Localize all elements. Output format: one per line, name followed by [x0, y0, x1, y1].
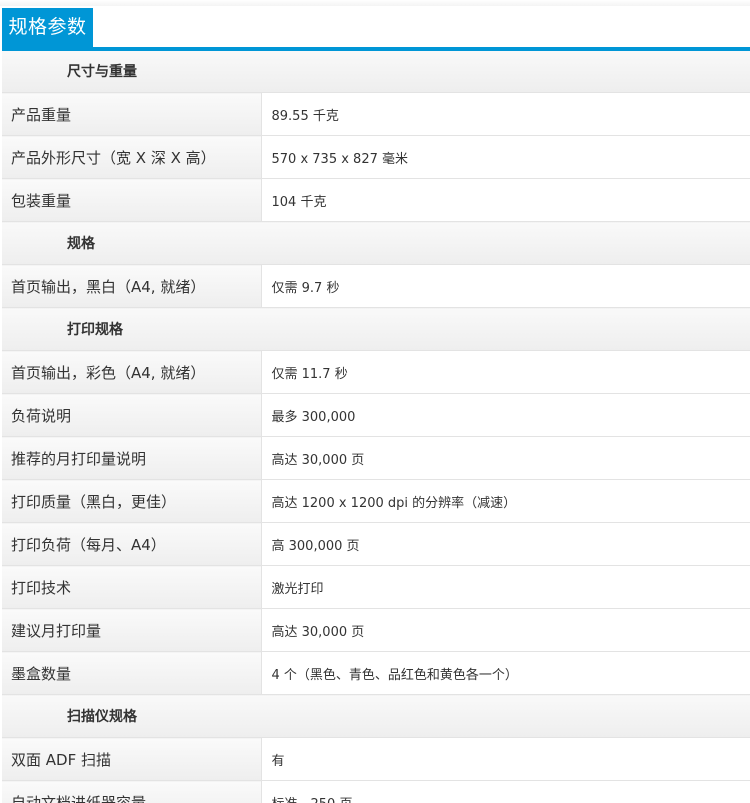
spec-label: 双面 ADF 扫描: [2, 737, 262, 781]
spec-row: 产品外形尺寸（宽 X 深 X 高） 570 x 735 x 827 毫米: [2, 135, 750, 179]
section-title: 打印规格: [67, 322, 123, 338]
spec-value: 有: [261, 737, 750, 781]
spec-row: 打印质量（黑白，更佳） 高达 1200 x 1200 dpi 的分辨率（减速）: [2, 479, 750, 523]
spec-row: 负荷说明 最多 300,000: [2, 393, 750, 437]
spec-value: 高 300,000 页: [261, 522, 750, 566]
spec-label: 自动文档进纸器容量: [2, 780, 262, 803]
spec-row: 双面 ADF 扫描有: [2, 737, 750, 781]
spec-row: 建议月打印量 高达 30,000 页: [2, 608, 750, 652]
spec-page: 规格参数 尺寸与重量产品重量 89.55 千克 产品外形尺寸（宽 X 深 X 高） 5…: [0, 0, 750, 803]
spec-label: 负荷说明: [2, 393, 262, 437]
section-header-cell: 扫描仪规格: [2, 694, 750, 738]
spec-row: 首页输出，黑白（A4, 就绪） 仅需 9.7 秒: [2, 264, 750, 308]
section-header-cell: 尺寸与重量: [2, 50, 750, 93]
spec-value: 标准，250 页: [261, 780, 750, 803]
spec-label: 产品外形尺寸（宽 X 深 X 高）: [2, 135, 262, 179]
section-header-row: 规格: [2, 221, 750, 265]
spec-value: 高达 1200 x 1200 dpi 的分辨率（减速）: [261, 479, 750, 523]
spec-label: 打印负荷（每月、A4）: [2, 522, 262, 566]
spec-value: 激光打印: [261, 565, 750, 609]
spec-label: 首页输出，彩色（A4, 就绪）: [2, 350, 262, 394]
spec-label: 推荐的月打印量说明: [2, 436, 262, 480]
spec-row: 墨盒数量 4 个（黑色、青色、品红色和黄色各一个）: [2, 651, 750, 695]
spec-row: 自动文档进纸器容量标准，250 页: [2, 780, 750, 803]
spec-value: 仅需 11.7 秒: [261, 350, 750, 394]
section-title: 尺寸与重量: [67, 64, 137, 80]
section-header-row: 尺寸与重量: [2, 50, 750, 93]
spec-row: 打印技术 激光打印: [2, 565, 750, 609]
spec-label: 打印技术: [2, 565, 262, 609]
spec-value: 104 千克: [261, 178, 750, 222]
spec-row: 产品重量 89.55 千克: [2, 92, 750, 136]
section-header-row: 打印规格: [2, 307, 750, 351]
spec-row: 推荐的月打印量说明 高达 30,000 页: [2, 436, 750, 480]
spec-row: 包装重量 104 千克: [2, 178, 750, 222]
spec-label: 包装重量: [2, 178, 262, 222]
spec-header: 规格参数: [0, 6, 750, 51]
section-header-row: 扫描仪规格: [2, 694, 750, 738]
section-header-cell: 规格: [2, 221, 750, 265]
section-title: 扫描仪规格: [67, 709, 137, 725]
spec-label: 打印质量（黑白，更佳）: [2, 479, 262, 523]
spec-value: 最多 300,000: [261, 393, 750, 437]
spec-value: 高达 30,000 页: [261, 436, 750, 480]
spec-value: 仅需 9.7 秒: [261, 264, 750, 308]
spec-label: 建议月打印量: [2, 608, 262, 652]
spec-row: 打印负荷（每月、A4）高 300,000 页: [2, 522, 750, 566]
spec-row: 首页输出，彩色（A4, 就绪） 仅需 11.7 秒: [2, 350, 750, 394]
spec-table-body: 尺寸与重量产品重量 89.55 千克 产品外形尺寸（宽 X 深 X 高） 570 x …: [2, 50, 750, 803]
spec-value: 570 x 735 x 827 毫米: [261, 135, 750, 179]
section-header-cell: 打印规格: [2, 307, 750, 351]
spec-table: 尺寸与重量产品重量 89.55 千克 产品外形尺寸（宽 X 深 X 高） 570 x …: [2, 50, 750, 803]
spec-value: 89.55 千克: [261, 92, 750, 136]
section-title: 规格: [67, 236, 95, 252]
spec-label: 产品重量: [2, 92, 262, 136]
spec-value: 4 个（黑色、青色、品红色和黄色各一个）: [261, 651, 750, 695]
spec-label: 墨盒数量: [2, 651, 262, 695]
spec-value: 高达 30,000 页: [261, 608, 750, 652]
spec-tab[interactable]: 规格参数: [2, 8, 93, 47]
spec-label: 首页输出，黑白（A4, 就绪）: [2, 264, 262, 308]
header-divider: [2, 47, 750, 51]
